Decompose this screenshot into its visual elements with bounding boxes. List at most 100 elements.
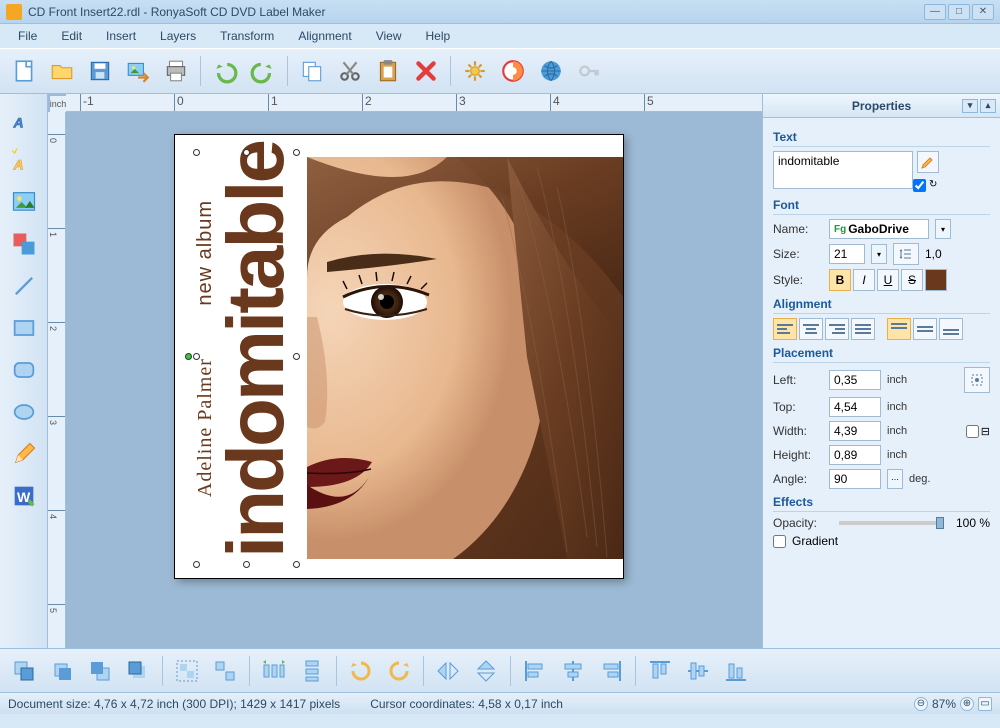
font-size-dropdown[interactable]: ▾ [871, 244, 887, 264]
selection-handle[interactable] [293, 561, 300, 568]
flip-h-button[interactable] [430, 653, 466, 689]
export-image-button[interactable] [120, 53, 156, 89]
zoom-in-button[interactable]: ⊕ [960, 697, 974, 711]
bold-button[interactable]: B [829, 269, 851, 291]
portrait-image[interactable] [307, 157, 623, 559]
flip-v-button[interactable] [468, 653, 504, 689]
width-input[interactable] [829, 421, 881, 441]
selection-handle[interactable] [293, 149, 300, 156]
minimize-button[interactable]: — [924, 4, 946, 20]
bring-front-button[interactable] [120, 653, 156, 689]
group-button[interactable] [169, 653, 205, 689]
roundrect-tool[interactable] [6, 352, 42, 388]
selection-handle[interactable] [193, 561, 200, 568]
align-center-button[interactable] [799, 318, 823, 340]
zoom-out-button[interactable]: ⊖ [914, 697, 928, 711]
align-right-btn[interactable] [593, 653, 629, 689]
angle-preset-button[interactable]: ⋯ [887, 469, 903, 489]
settings-button[interactable] [457, 53, 493, 89]
menu-transform[interactable]: Transform [210, 26, 284, 46]
align-left-btn[interactable] [517, 653, 553, 689]
canvas[interactable]: Adeline Palmer new album indomitable [66, 112, 762, 648]
rotate-right-button[interactable] [381, 653, 417, 689]
selection-handle[interactable] [293, 353, 300, 360]
align-right-button[interactable] [825, 318, 849, 340]
panel-dropdown-button[interactable]: ▾ [962, 99, 978, 113]
title-text-object[interactable]: indomitable [211, 131, 301, 569]
align-top-btn[interactable] [642, 653, 678, 689]
align-middle-btn[interactable] [680, 653, 716, 689]
image-tool[interactable] [6, 184, 42, 220]
text-check-1[interactable] [913, 179, 926, 192]
help-button[interactable] [495, 53, 531, 89]
line-tool[interactable] [6, 268, 42, 304]
word-tool[interactable]: W [6, 478, 42, 514]
print-button[interactable] [158, 53, 194, 89]
menu-edit[interactable]: Edit [51, 26, 92, 46]
ellipse-tool[interactable] [6, 394, 42, 430]
distribute-v-button[interactable] [294, 653, 330, 689]
menu-layers[interactable]: Layers [150, 26, 206, 46]
selection-handle[interactable] [193, 353, 200, 360]
font-size-input[interactable] [829, 244, 865, 264]
menu-help[interactable]: Help [415, 26, 460, 46]
close-button[interactable]: ✕ [972, 4, 994, 20]
font-dropdown-button[interactable]: ▾ [935, 219, 951, 239]
bring-forward-button[interactable] [82, 653, 118, 689]
angle-input[interactable] [829, 469, 881, 489]
left-input[interactable] [829, 370, 881, 390]
edit-text-button[interactable] [917, 151, 939, 173]
delete-button[interactable] [408, 53, 444, 89]
rect-tool[interactable] [6, 310, 42, 346]
italic-button[interactable]: I [853, 269, 875, 291]
save-button[interactable] [82, 53, 118, 89]
send-back-button[interactable] [6, 653, 42, 689]
redo-button[interactable] [245, 53, 281, 89]
gradient-check[interactable] [773, 535, 786, 548]
selection-handle[interactable] [243, 561, 250, 568]
valign-middle-button[interactable] [913, 318, 937, 340]
underline-button[interactable]: U [877, 269, 899, 291]
menu-insert[interactable]: Insert [96, 26, 146, 46]
lock-aspect-check[interactable] [966, 425, 979, 438]
valign-top-button[interactable] [887, 318, 911, 340]
key-button[interactable] [571, 53, 607, 89]
selection-handle[interactable] [193, 149, 200, 156]
strike-button[interactable]: S [901, 269, 923, 291]
align-justify-button[interactable] [851, 318, 875, 340]
font-name-select[interactable]: FgGaboDrive [829, 219, 929, 239]
maximize-button[interactable]: □ [948, 4, 970, 20]
selection-handle[interactable] [243, 149, 250, 156]
zoom-fit-button[interactable]: ▭ [978, 697, 992, 711]
valign-bottom-button[interactable] [939, 318, 963, 340]
line-spacing-button[interactable] [893, 243, 919, 265]
ungroup-button[interactable] [207, 653, 243, 689]
rotate-left-button[interactable] [343, 653, 379, 689]
align-left-button[interactable] [773, 318, 797, 340]
text-tool[interactable]: A [6, 100, 42, 136]
align-center-h-btn[interactable] [555, 653, 591, 689]
styled-text-tool[interactable]: A [6, 142, 42, 178]
label-canvas[interactable]: Adeline Palmer new album indomitable [174, 134, 624, 579]
text-value-input[interactable]: indomitable [773, 151, 913, 189]
paste-button[interactable] [370, 53, 406, 89]
align-bottom-btn[interactable] [718, 653, 754, 689]
clipart-tool[interactable] [6, 226, 42, 262]
open-button[interactable] [44, 53, 80, 89]
height-input[interactable] [829, 445, 881, 465]
menu-file[interactable]: File [8, 26, 47, 46]
send-backward-button[interactable] [44, 653, 80, 689]
canvas-area[interactable]: inch -1 0 1 2 3 4 5 0 1 2 3 4 5 [48, 94, 762, 648]
copy-button[interactable] [294, 53, 330, 89]
rotation-handle[interactable] [185, 353, 192, 360]
new-button[interactable] [6, 53, 42, 89]
top-input[interactable] [829, 397, 881, 417]
menu-alignment[interactable]: Alignment [288, 26, 361, 46]
opacity-slider[interactable] [839, 521, 944, 525]
pencil-tool[interactable] [6, 436, 42, 472]
undo-button[interactable] [207, 53, 243, 89]
font-color-swatch[interactable] [925, 269, 947, 291]
cut-button[interactable] [332, 53, 368, 89]
fit-button[interactable] [964, 367, 990, 393]
panel-collapse-button[interactable]: ▴ [980, 99, 996, 113]
